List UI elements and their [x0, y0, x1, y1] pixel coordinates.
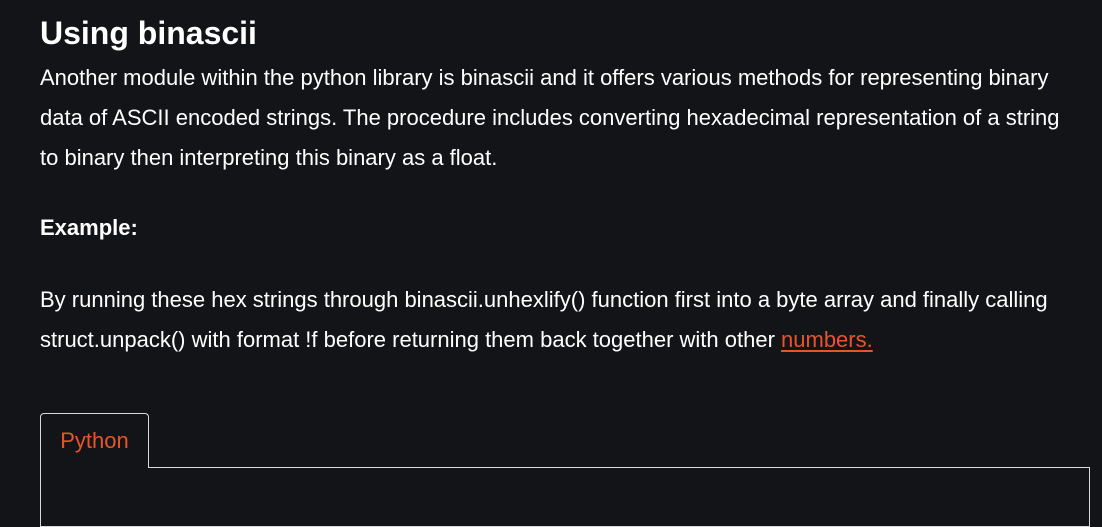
section-heading: Using binascii: [40, 15, 257, 51]
body-text: By running these hex strings through bin…: [40, 287, 1048, 352]
example-label: Example:: [40, 215, 138, 240]
body-paragraph: By running these hex strings through bin…: [40, 280, 1070, 360]
numbers-link[interactable]: numbers.: [781, 327, 873, 352]
code-panel: [40, 467, 1090, 527]
code-tabs: Python: [40, 413, 1090, 527]
tab-python[interactable]: Python: [40, 413, 149, 468]
intro-paragraph: Another module within the python library…: [40, 65, 1060, 170]
